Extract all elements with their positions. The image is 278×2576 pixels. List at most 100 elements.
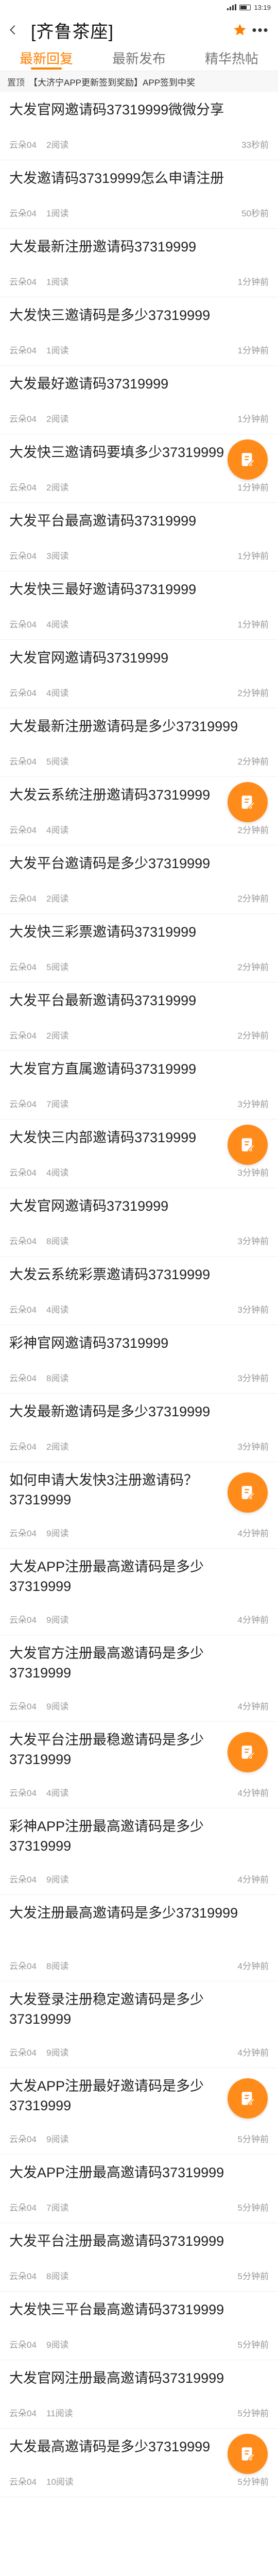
compose-button[interactable] [228,1732,268,1772]
post-time: 4分钟前 [237,1529,269,1538]
list-item[interactable]: 大发快三内部邀请码37319999 云朵04 4阅读 3分钟前 [0,1120,278,1188]
post-author: 云朵04 [9,483,37,493]
back-button[interactable] [7,20,28,40]
list-item[interactable]: 如何申请大发快3注册邀请码？37319999 云朵04 9阅读 4分钟前 [0,1462,278,1549]
tab-latest-reply[interactable]: 最新回复 [0,45,93,71]
post-meta: 云朵04 4阅读 3分钟前 [9,1165,269,1178]
post-time: 1分钟前 [237,277,269,287]
list-item[interactable]: 大发云系统注册邀请码37319999 云朵04 4阅读 2分钟前 [0,777,278,845]
post-title: 大发快三最好邀请码37319999 [9,582,197,597]
post-meta: 云朵04 10阅读 5分钟前 [9,2475,269,2487]
more-icon: ••• [252,22,269,38]
post-title: 大发快三平台最高邀请码37319999 [9,2302,224,2317]
compose-icon [241,1486,255,1500]
list-item[interactable]: 大发登录注册稳定邀请码是多少37319999 云朵04 9阅读 4分钟前 [0,1981,278,2068]
post-title: 大发快三彩票邀请码37319999 [9,924,197,940]
post-author: 云朵04 [9,1961,37,1971]
post-time: 4分钟前 [237,1702,269,1711]
post-meta: 云朵04 9阅读 4分钟前 [9,1526,269,1539]
pinned-notice[interactable]: 置顶 【大济宁APP更新签到奖励】APP签到中奖 [0,71,278,92]
compose-icon [241,453,255,467]
tab-latest-post[interactable]: 最新发布 [93,45,185,71]
post-author: 云朵04 [9,1442,37,1452]
list-item[interactable]: 大发注册最高邀请码是多少37319999 云朵04 8阅读 4分钟前 [0,1895,278,1981]
tab-featured[interactable]: 精华热帖 [185,45,278,71]
post-time: 3分钟前 [237,1099,269,1109]
list-item[interactable]: 大发官网邀请码37319999 云朵04 4阅读 2分钟前 [0,640,278,708]
post-time: 1分钟前 [237,483,269,493]
post-author: 云朵04 [9,620,37,630]
post-read-count: 4阅读 [46,1168,69,1178]
post-read-count: 9阅读 [46,2134,69,2144]
list-item[interactable]: 大发官网邀请码37319999 云朵04 8阅读 3分钟前 [0,1188,278,1257]
compose-button[interactable] [228,439,268,480]
compose-button[interactable] [228,782,268,822]
list-item[interactable]: 彩神官网邀请码37319999 云朵04 8阅读 3分钟前 [0,1325,278,1394]
post-author: 云朵04 [9,1615,37,1625]
list-item[interactable]: 大发快三彩票邀请码37319999 云朵04 5阅读 2分钟前 [0,914,278,982]
post-read-count: 9阅读 [46,1875,69,1885]
list-item[interactable]: 大发APP注册最高邀请码37319999 云朵04 7阅读 5分钟前 [0,2155,278,2223]
favorite-button[interactable] [230,20,250,40]
post-author: 云朵04 [9,1099,37,1109]
list-item[interactable]: 大发邀请码37319999怎么申请注册 云朵04 1阅读 50秒前 [0,160,278,229]
post-read-count: 8阅读 [46,1236,69,1246]
list-item[interactable]: 大发最高邀请码是多少37319999 云朵04 10阅读 5分钟前 [0,2429,278,2497]
list-item[interactable]: 大发平台最新邀请码37319999 云朵04 2阅读 2分钟前 [0,982,278,1051]
post-time: 33秒前 [241,140,269,150]
list-item[interactable]: 大发快三邀请码要填多少37319999 云朵04 2阅读 1分钟前 [0,434,278,503]
compose-button[interactable] [228,2078,268,2119]
post-author: 云朵04 [9,2048,37,2058]
compose-icon [241,1138,255,1152]
post-title: 大发快三邀请码是多少37319999 [9,308,211,323]
post-meta: 云朵04 4阅读 3分钟前 [9,1302,269,1315]
list-item[interactable]: 彩神APP注册最高邀请码是多少37319999 云朵04 9阅读 4分钟前 [0,1808,278,1895]
battery-icon [239,4,251,10]
list-item[interactable]: 大发平台最高邀请码37319999 云朵04 3阅读 1分钟前 [0,503,278,571]
list-item[interactable]: 大发最新注册邀请码37319999 云朵04 1阅读 1分钟前 [0,229,278,297]
post-meta: 云朵04 1阅读 50秒前 [9,206,269,219]
post-read-count: 9阅读 [46,2048,69,2058]
list-item[interactable]: 大发官网邀请码37319999微微分享 云朵04 2阅读 33秒前 [0,92,278,160]
list-item[interactable]: 大发最新注册邀请码是多少37319999 云朵04 5阅读 2分钟前 [0,708,278,777]
post-time: 2分钟前 [237,894,269,904]
list-item[interactable]: 大发官方注册最高邀请码是多少37319999 云朵04 9阅读 4分钟前 [0,1635,278,1722]
list-item[interactable]: 大发APP注册最好邀请码是多少37319999 云朵04 9阅读 5分钟前 [0,2068,278,2155]
post-author: 云朵04 [9,962,37,972]
post-time: 3分钟前 [237,1168,269,1178]
list-item[interactable]: 大发平台邀请码是多少37319999 云朵04 2阅读 2分钟前 [0,845,278,914]
list-item[interactable]: 大发最新邀请码是多少37319999 云朵04 2阅读 3分钟前 [0,1394,278,1462]
post-read-count: 9阅读 [46,1615,69,1625]
post-time: 2分钟前 [237,688,269,698]
list-item[interactable]: 大发平台注册最高邀请码37319999 云朵04 8阅读 5分钟前 [0,2223,278,2292]
post-time: 4分钟前 [237,1615,269,1625]
list-item[interactable]: 大发快三平台最高邀请码37319999 云朵04 9阅读 5分钟前 [0,2292,278,2360]
post-read-count: 9阅读 [46,2340,69,2350]
pinned-tag: 置顶 [7,77,25,88]
list-item[interactable]: 大发最好邀请码37319999 云朵04 2阅读 1分钟前 [0,366,278,434]
post-meta: 云朵04 1阅读 1分钟前 [9,343,269,356]
compose-button[interactable] [228,1472,268,1513]
list-item[interactable]: 大发平台注册最稳邀请码是多少37319999 云朵04 4阅读 4分钟前 [0,1722,278,1808]
list-item[interactable]: 大发快三邀请码是多少37319999 云朵04 1阅读 1分钟前 [0,297,278,366]
post-meta: 云朵04 1阅读 1分钟前 [9,275,269,287]
compose-button[interactable] [228,2434,268,2474]
post-author: 云朵04 [9,688,37,698]
list-item[interactable]: 大发云系统彩票邀请码37319999 云朵04 4阅读 3分钟前 [0,1257,278,1325]
post-meta: 云朵04 4阅读 2分钟前 [9,686,269,699]
list-item[interactable]: 大发APP注册最高邀请码是多少37319999 云朵04 9阅读 4分钟前 [0,1549,278,1635]
list-item[interactable]: 大发官方直属邀请码37319999 云朵04 7阅读 3分钟前 [0,1051,278,1120]
post-author: 云朵04 [9,2134,37,2144]
more-button[interactable]: ••• [250,20,271,40]
post-title: 大发官网邀请码37319999微微分享 [9,102,224,117]
post-title: 大发最好邀请码37319999 [9,376,169,392]
compose-button[interactable] [228,1125,268,1165]
post-author: 云朵04 [9,140,37,150]
list-item[interactable]: 大发官网注册最高邀请码37319999 云朵04 11阅读 5分钟前 [0,2360,278,2429]
post-read-count: 1阅读 [46,277,69,287]
post-time: 2分钟前 [237,962,269,972]
tab-bar: 最新回复 最新发布 精华热帖 [0,45,278,71]
post-meta: 云朵04 9阅读 4分钟前 [9,1699,269,1712]
list-item[interactable]: 大发快三最好邀请码37319999 云朵04 4阅读 1分钟前 [0,571,278,640]
post-read-count: 2阅读 [46,894,69,904]
